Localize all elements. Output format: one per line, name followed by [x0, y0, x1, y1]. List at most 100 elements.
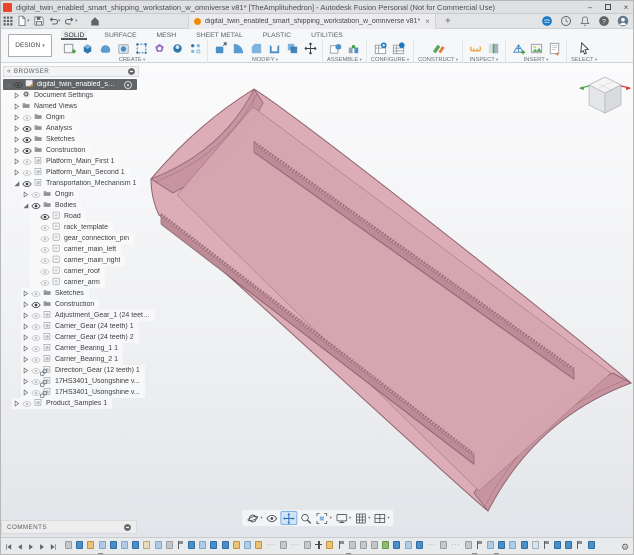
tree-expander-icon[interactable] — [21, 333, 30, 342]
timeline-feature-pale-icon[interactable] — [199, 541, 206, 549]
timeline-play-button[interactable] — [26, 541, 36, 553]
tree-row-carrier-bearing-2-1[interactable]: Carrier_Bearing_2 1 — [21, 354, 123, 365]
timeline-step-back-button[interactable] — [15, 541, 25, 553]
visibility-eye-icon[interactable] — [30, 202, 42, 210]
extrude-icon[interactable] — [79, 40, 95, 56]
notifications-icon[interactable] — [578, 15, 591, 28]
timeline-feature-gray-icon[interactable] — [304, 541, 311, 549]
tree-expander-icon[interactable] — [21, 377, 30, 386]
document-tab[interactable]: digital_twin_enabled_smart_shipping_work… — [188, 14, 436, 29]
tree-row-carrier-gear-24-teeth-2[interactable]: Carrier_Gear (24 teeth) 2 — [21, 332, 139, 343]
ribbon-tab-sheet-metal[interactable]: SHEET METAL — [193, 30, 246, 40]
comments-collapse-icon[interactable] — [124, 524, 131, 531]
tree-row-construction[interactable]: Construction — [21, 299, 99, 310]
tree-expander-icon[interactable] — [21, 388, 30, 397]
visibility-eye-icon[interactable] — [30, 323, 42, 331]
tree-row-bodies[interactable]: Bodies — [21, 200, 81, 211]
tree-expander-icon[interactable] — [21, 300, 30, 309]
timeline-feature-blue-icon[interactable] — [393, 541, 400, 549]
visibility-eye-icon[interactable] — [30, 356, 42, 364]
tree-row-carrier-main-right[interactable]: carrier_main_right — [30, 255, 125, 266]
timeline-feature-gray-icon[interactable] — [440, 541, 447, 549]
construction-plane-icon[interactable] — [430, 40, 446, 56]
tree-expander-icon[interactable] — [21, 344, 30, 353]
combine-icon[interactable] — [284, 40, 300, 56]
section-analysis-icon[interactable] — [485, 40, 501, 56]
timeline-feature-blue-icon[interactable] — [588, 541, 595, 549]
tree-row-digital-twin-enabled-smart-s[interactable]: digital_twin_enabled_smart_s... — [3, 79, 137, 90]
tree-expander-icon[interactable] — [12, 113, 21, 122]
timeline-feature-blue-icon[interactable] — [498, 541, 505, 549]
tree-row-carrier-roof[interactable]: carrier_roof — [30, 266, 105, 277]
tree-row-sketches[interactable]: Sketches — [12, 134, 80, 145]
visibility-eye-icon[interactable] — [39, 279, 51, 287]
tree-row-named-views[interactable]: Named Views — [12, 101, 82, 112]
timeline-feature-pale-icon[interactable] — [509, 541, 516, 549]
chamfer-icon[interactable] — [248, 40, 264, 56]
visibility-eye-icon[interactable] — [39, 268, 51, 276]
insert-dxf-icon[interactable] — [546, 40, 562, 56]
component-activate-radio[interactable] — [124, 81, 132, 89]
tree-expander-icon[interactable] — [21, 201, 30, 210]
timeline-feature-pale-icon[interactable] — [487, 541, 494, 549]
timeline-strip[interactable]: ············ — [65, 539, 615, 555]
tree-expander-icon[interactable] — [12, 146, 21, 155]
tree-expander-icon[interactable] — [12, 168, 21, 177]
ribbon-tab-surface[interactable]: SURFACE — [101, 30, 139, 40]
visibility-eye-icon[interactable] — [21, 400, 33, 408]
browser-options-icon[interactable] — [128, 68, 135, 75]
tree-expander-icon[interactable] — [3, 80, 12, 89]
timeline-feature-grid-icon[interactable] — [532, 541, 539, 549]
visibility-eye-icon[interactable] — [30, 312, 42, 320]
visibility-eye-icon[interactable] — [30, 290, 42, 298]
tree-expander-icon[interactable] — [12, 124, 21, 133]
tree-expander-icon[interactable] — [21, 190, 30, 199]
timeline-feature-blue-icon[interactable] — [210, 541, 217, 549]
tree-row-origin[interactable]: Origin — [12, 112, 70, 123]
app-launcher-icon[interactable] — [1, 15, 15, 28]
pattern-icon[interactable] — [187, 40, 203, 56]
display-settings-icon[interactable]: ▾ — [334, 511, 352, 525]
timeline-feature-orange-icon[interactable] — [255, 541, 262, 549]
visibility-eye-icon[interactable] — [21, 180, 33, 188]
timeline-feature-dots-icon[interactable]: ··· — [266, 541, 275, 549]
tree-row-construction[interactable]: Construction — [12, 145, 90, 156]
timeline-feature-gray-icon[interactable] — [280, 541, 287, 549]
tree-row-17hs3401-usongshine-v[interactable]: 17HS3401_Usongshine v... — [21, 387, 145, 398]
visibility-eye-icon[interactable] — [21, 158, 33, 166]
create-sketch-icon[interactable] — [61, 40, 77, 56]
select-icon[interactable] — [576, 40, 592, 56]
tree-row-product-samples-1[interactable]: Product_Samples 1 — [12, 398, 112, 409]
move-icon[interactable] — [302, 40, 318, 56]
measure-icon[interactable] — [467, 40, 483, 56]
timeline-feature-gray-icon[interactable] — [166, 541, 173, 549]
new-component-icon[interactable] — [327, 40, 343, 56]
tree-row-carrier-arm[interactable]: carrier_arm — [30, 277, 105, 288]
visibility-eye-icon[interactable] — [39, 246, 51, 254]
visibility-eye-icon[interactable] — [39, 224, 51, 232]
ribbon-tab-solid[interactable]: SOLID — [61, 30, 87, 40]
comments-bar[interactable]: COMMENTS — [1, 520, 137, 534]
viewports-caret-icon[interactable]: ▾ — [387, 515, 389, 521]
timeline-feature-flag-icon[interactable] — [338, 541, 345, 549]
viewports-icon[interactable]: ▾ — [372, 511, 390, 525]
timeline-feature-blue-icon[interactable] — [222, 541, 229, 549]
fit-caret-icon[interactable]: ▾ — [330, 515, 332, 521]
timeline-feature-gray-icon[interactable] — [349, 541, 356, 549]
pan-icon[interactable] — [281, 511, 298, 525]
form-icon[interactable] — [97, 40, 113, 56]
timeline-feature-blue-icon[interactable] — [132, 541, 139, 549]
timeline-feature-blue-icon[interactable] — [565, 541, 572, 549]
timeline-feature-pale-icon[interactable] — [99, 541, 106, 549]
timeline-feature-orange-icon[interactable] — [233, 541, 240, 549]
tree-expander-icon[interactable] — [21, 355, 30, 364]
close-button[interactable]: × — [617, 2, 634, 13]
zoom-icon[interactable] — [299, 511, 314, 525]
browser-collapse-icon[interactable]: « — [7, 68, 11, 75]
grid-and-snaps-caret-icon[interactable]: ▾ — [368, 515, 370, 521]
timeline-feature-blue-icon[interactable] — [521, 541, 528, 549]
visibility-eye-icon[interactable] — [21, 169, 33, 177]
tree-row-document-settings[interactable]: Document Settings — [12, 90, 98, 101]
timeline-feature-orange-icon[interactable] — [326, 541, 333, 549]
tree-row-adjustment-gear-1-24-teeth-1[interactable]: Adjustment_Gear_1 (24 teeth) 1 — [21, 310, 155, 321]
